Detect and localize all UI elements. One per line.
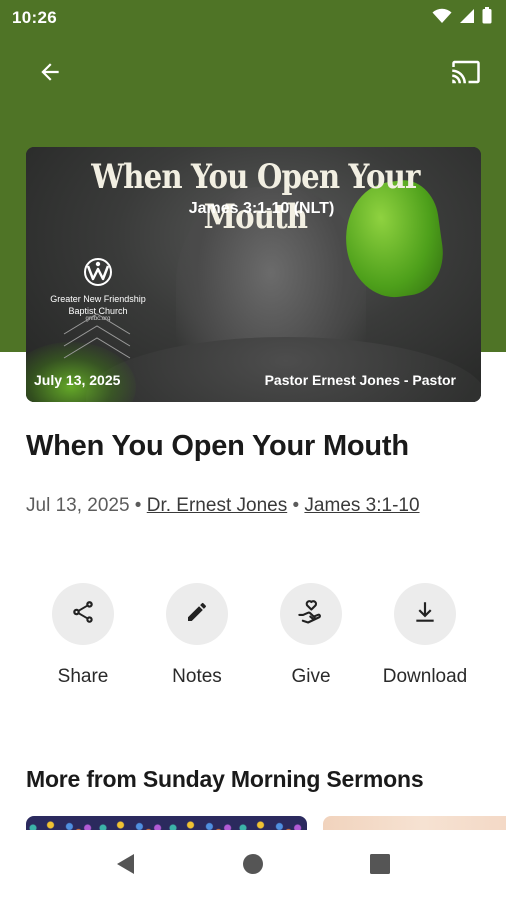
nav-home-button[interactable] [233,850,273,882]
system-nav-bar [0,830,506,900]
notes-button[interactable]: Notes [142,583,252,688]
meta-separator: • [287,495,305,516]
meta-separator: • [129,495,147,516]
status-icons [432,7,492,29]
notes-label: Notes [172,666,222,687]
give-hand-heart-icon [297,598,325,631]
give-label: Give [291,666,331,687]
share-label: Share [57,666,109,687]
sermon-detail-screen: 10:26 When You Open Your Mouth James 3:1… [0,0,506,900]
artwork-scripture: James 3:1-10 (NLT) [188,200,335,217]
back-button[interactable] [26,52,74,96]
artwork-title: When You Open Your Mouth [91,157,420,237]
download-label: Download [382,666,468,687]
cast-icon [448,57,484,92]
status-time: 10:26 [12,8,57,27]
nav-recents-icon [369,853,391,880]
speaker-link[interactable]: Dr. Ernest Jones [147,495,287,516]
signal-icon [459,8,475,29]
download-icon [412,599,438,630]
wifi-icon [432,8,452,29]
status-bar: 10:26 [0,0,506,36]
scripture-link[interactable]: James 3:1-10 [304,495,419,516]
sermon-date: Jul 13, 2025 [26,495,130,516]
nav-home-icon [242,853,264,880]
sermon-artwork[interactable]: When You Open Your Mouth James 3:1-10 (N… [26,147,481,402]
nav-recents-button[interactable] [360,850,400,882]
share-icon [70,599,96,630]
action-buttons: Share Notes Give Download [26,583,486,693]
arrow-back-icon [37,59,63,90]
artwork-pastor: Pastor Ernest Jones - Pastor [264,372,456,388]
cast-button[interactable] [442,52,490,96]
sermon-title: When You Open Your Mouth [26,430,409,462]
nav-back-icon [115,852,137,881]
sermon-meta: Jul 13, 2025 • Dr. Ernest Jones • James … [26,490,466,522]
battery-icon [482,7,492,29]
download-button[interactable]: Download [370,583,480,688]
share-button[interactable]: Share [28,583,138,688]
artwork-date: July 13, 2025 [34,372,121,388]
church-logo-icon [38,257,158,292]
toolbar [0,44,506,104]
more-section-title: More from Sunday Morning Sermons [26,766,424,792]
give-button[interactable]: Give [256,583,366,688]
nav-back-button[interactable] [106,850,146,882]
chevrons-decoration [62,312,132,372]
pencil-icon [185,600,209,629]
